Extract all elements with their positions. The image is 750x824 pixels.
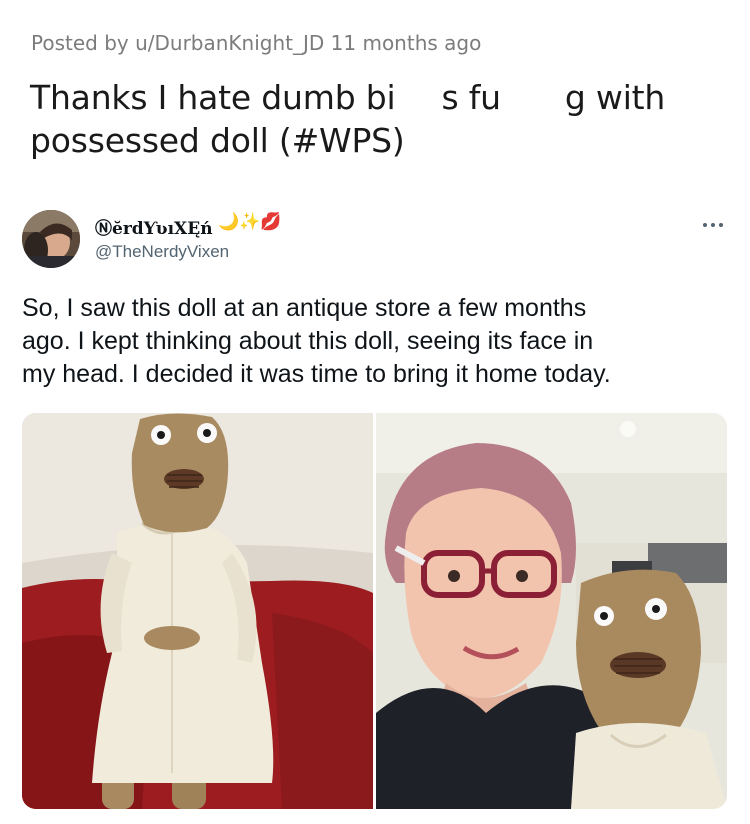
post-title-line-2: possessed doll (#WPS) bbox=[30, 121, 405, 160]
tweet-display-name[interactable]: ⓃĕrdƳʋıXĘń bbox=[95, 214, 213, 239]
tweet-handle[interactable]: @TheNerdyVixen bbox=[95, 242, 229, 262]
post-meta: Posted by u/DurbanKnight_JD 11 months ag… bbox=[31, 31, 482, 55]
post-title-line-1: Thanks I hate dumb bi s fu g with bbox=[30, 76, 730, 119]
avatar-image bbox=[22, 210, 80, 268]
tweet-text: So, I saw this doll at an antique store … bbox=[22, 292, 727, 391]
post-title[interactable]: Thanks I hate dumb bi s fu g with possesse… bbox=[30, 76, 730, 162]
tweet-text-line-2: ago. I kept thinking about this doll, se… bbox=[22, 327, 594, 355]
doll-on-couch-image bbox=[22, 413, 373, 809]
doll-on-couch-photo[interactable] bbox=[22, 413, 373, 809]
post-title-segment-1: Thanks I hate dumb bi bbox=[30, 78, 396, 117]
tweet-name-emojis: 🌙✨💋 bbox=[218, 212, 282, 231]
post-title-segment-3: g with bbox=[564, 78, 666, 117]
tweet-text-line-1: So, I saw this doll at an antique store … bbox=[22, 294, 587, 322]
more-horizontal-icon[interactable] bbox=[700, 216, 726, 230]
post-title-segment-2: s fu bbox=[441, 78, 501, 117]
avatar[interactable] bbox=[22, 210, 80, 268]
selfie-with-doll-photo[interactable] bbox=[376, 413, 727, 809]
tweet-text-line-3: my head. I decided it was time to bring … bbox=[22, 360, 611, 388]
selfie-with-doll-image bbox=[376, 413, 727, 809]
